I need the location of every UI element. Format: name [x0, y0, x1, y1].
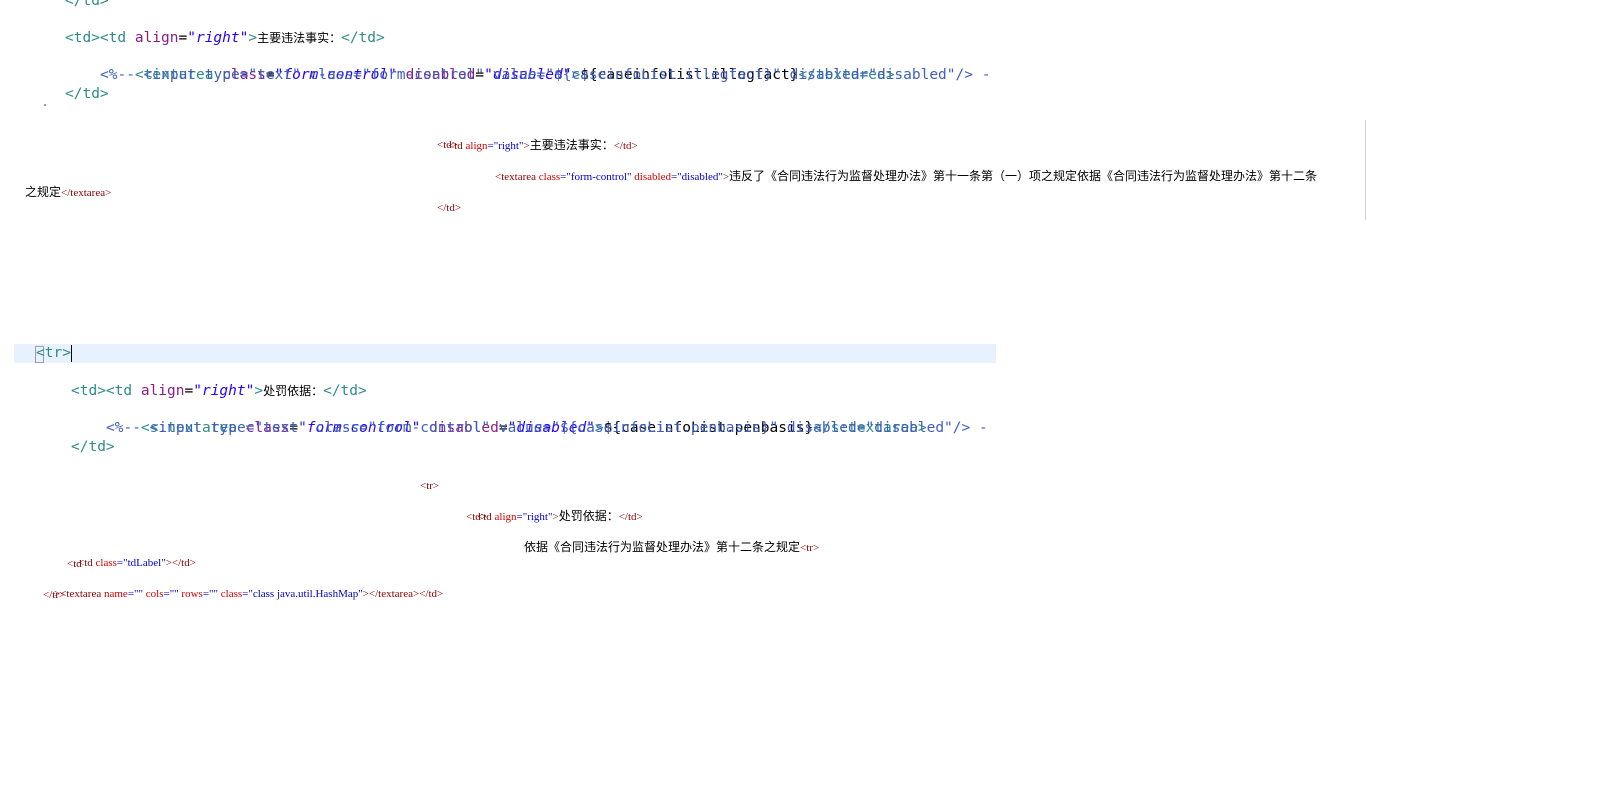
code-line-td-close[interactable]: </td>	[71, 438, 115, 457]
source-line-hashmap-textarea: ><textarea name="" cols="" rows="" class…	[43, 572, 443, 617]
attr-value: =""	[202, 588, 218, 600]
attr-value: "right"	[187, 30, 249, 46]
source-line-td-open: <td>	[437, 139, 458, 151]
code-line-td-open[interactable]: <td>	[71, 382, 106, 401]
fold-marker	[44, 104, 46, 106]
code-line-tr-open[interactable]: <tr>	[36, 344, 71, 363]
attr-value: ="right"	[516, 511, 553, 523]
attr-name: cols	[143, 588, 164, 600]
attr-name: disabled	[631, 171, 671, 183]
text-cursor	[71, 345, 72, 362]
attr-name: name	[103, 588, 128, 600]
tag-close: </td>	[618, 511, 643, 523]
tag-close: ></td>	[165, 557, 196, 569]
attr-name: align	[494, 511, 517, 523]
textarea-content: 依据《合同违法行为监督处理办法》第十二条之规定	[524, 540, 801, 554]
label-text: 主要违法事实：	[257, 31, 342, 45]
source-line-penbasis-text: 依据《合同违法行为监督处理办法》第十二条之规定<tr>	[513, 525, 819, 571]
source-line-tr-open: <tr>	[420, 480, 440, 492]
source-line-td-close: </td>	[437, 202, 462, 214]
tag-open: <textarea	[60, 588, 104, 600]
tag-open: <td	[105, 383, 141, 399]
attr-value: =""	[127, 588, 143, 600]
current-line-highlight	[14, 344, 996, 363]
code-line-jsp-comment[interactable]: <%-- <input type="text" class="form-cont…	[100, 66, 990, 85]
attr-name: align	[465, 140, 488, 152]
attr-value: ="class java.util.HashMap"	[242, 588, 363, 600]
equals: =	[184, 383, 194, 399]
tag-open: <tr>	[800, 542, 820, 554]
label-text: 主要违法事实：	[529, 138, 614, 152]
source-line-textarea-end: 之规定</textarea>	[14, 170, 111, 216]
textarea-content-end: 之规定	[25, 185, 62, 199]
label-text: 处罚依据：	[263, 384, 324, 398]
tag-close: </td>	[323, 383, 367, 399]
attr-name: class	[218, 588, 243, 600]
tag-open: <td	[99, 30, 135, 46]
divider-line	[1365, 120, 1366, 220]
label-text: 处罚依据：	[558, 509, 619, 523]
attr-value: ="form-control"	[560, 171, 632, 183]
source-line-td-open: <td>	[466, 511, 487, 523]
tag-open: <textarea	[495, 171, 539, 183]
attr-value: ="right"	[487, 140, 524, 152]
tag-close: </td>	[341, 30, 385, 46]
tag-close: ></textarea></td>	[362, 588, 444, 600]
code-line-td-close[interactable]: </td>	[65, 85, 109, 104]
attr-value: "right"	[193, 383, 255, 399]
tag-gt: >	[254, 383, 264, 399]
tag-close: </td>	[613, 140, 638, 152]
equals: =	[178, 30, 188, 46]
source-line-td-partial: <td	[67, 558, 82, 570]
tag-close: </textarea>	[61, 187, 112, 199]
textarea-content: 违反了《合同违法行为监督处理办法》第十一条第（一）项之规定依据《合同违法行为监督…	[729, 169, 1318, 183]
attr-value: =""	[163, 588, 179, 600]
source-line-tr-close: </tr>	[43, 589, 66, 601]
tag-gt: >	[248, 30, 258, 46]
attr-name: align	[140, 383, 185, 399]
attr-name: class	[95, 557, 117, 569]
attr-name: rows	[178, 588, 203, 600]
source-line-textarea: <textarea class="form-control" disabled=…	[484, 154, 1317, 200]
attr-name: align	[134, 30, 179, 46]
code-line-td-open[interactable]: <td>	[65, 29, 100, 48]
screenshot-canvas: { "block1": { "line0": "</td>", "line1_t…	[0, 0, 1600, 798]
code-line-jsp-comment[interactable]: <%-- <input type="text" class="form-cont…	[106, 419, 988, 438]
attr-value: ="disabled"	[670, 171, 723, 183]
attr-name: class	[538, 171, 561, 183]
attr-value: ="tdLabel"	[116, 557, 166, 569]
